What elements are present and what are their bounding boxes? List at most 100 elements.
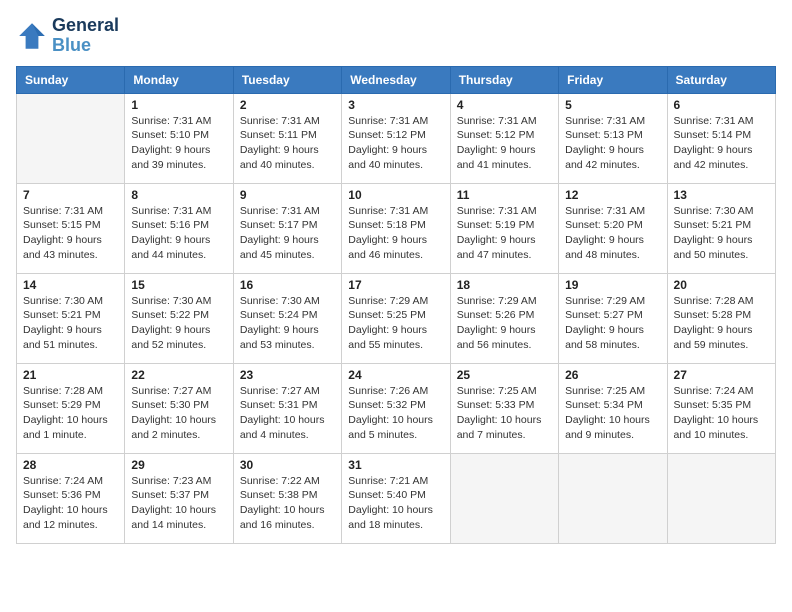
day-number: 14 [23, 278, 118, 292]
calendar-cell: 2 Sunrise: 7:31 AM Sunset: 5:11 PM Daylig… [233, 93, 341, 183]
calendar-cell: 8Sunrise: 7:31 AM Sunset: 5:16 PM Daylig… [125, 183, 233, 273]
calendar-cell: 3 Sunrise: 7:31 AM Sunset: 5:12 PM Daylig… [342, 93, 450, 183]
day-info: Sunrise: 7:24 AM Sunset: 5:36 PM Dayligh… [23, 474, 118, 533]
calendar-cell: 28 Sunrise: 7:24 AM Sunset: 5:36 PM Dayli… [17, 453, 125, 543]
day-number: 7 [23, 188, 118, 202]
calendar-cell: 31 Sunrise: 7:21 AM Sunset: 5:40 PM Dayli… [342, 453, 450, 543]
calendar-cell: 27 Sunrise: 7:24 AM Sunset: 5:35 PM Dayli… [667, 363, 775, 453]
calendar-table: SundayMondayTuesdayWednesdayThursdayFrid… [16, 66, 776, 544]
day-number: 24 [348, 368, 443, 382]
calendar-cell [667, 453, 775, 543]
week-row-3: 14 Sunrise: 7:30 AM Sunset: 5:21 PM Dayli… [17, 273, 776, 363]
day-number: 25 [457, 368, 552, 382]
day-info: Sunrise: 7:21 AM Sunset: 5:40 PM Dayligh… [348, 474, 443, 533]
day-number: 16 [240, 278, 335, 292]
day-number: 28 [23, 458, 118, 472]
calendar-cell: 12 Sunrise: 7:31 AM Sunset: 5:20 PM Dayli… [559, 183, 667, 273]
day-number: 26 [565, 368, 660, 382]
logo-icon [16, 20, 48, 52]
day-info: Sunrise: 7:30 AM Sunset: 5:21 PM Dayligh… [23, 294, 118, 353]
header-row: SundayMondayTuesdayWednesdayThursdayFrid… [17, 66, 776, 93]
calendar-cell: 7Sunrise: 7:31 AM Sunset: 5:15 PM Daylig… [17, 183, 125, 273]
week-row-2: 7Sunrise: 7:31 AM Sunset: 5:15 PM Daylig… [17, 183, 776, 273]
day-info: Sunrise: 7:31 AM Sunset: 5:13 PM Dayligh… [565, 114, 660, 173]
calendar-cell: 15 Sunrise: 7:30 AM Sunset: 5:22 PM Dayli… [125, 273, 233, 363]
calendar-cell: 16 Sunrise: 7:30 AM Sunset: 5:24 PM Dayli… [233, 273, 341, 363]
day-info: Sunrise: 7:29 AM Sunset: 5:26 PM Dayligh… [457, 294, 552, 353]
day-number: 12 [565, 188, 660, 202]
day-number: 13 [674, 188, 769, 202]
day-number: 8 [131, 188, 226, 202]
day-info: Sunrise: 7:29 AM Sunset: 5:25 PM Dayligh… [348, 294, 443, 353]
day-info: Sunrise: 7:30 AM Sunset: 5:22 PM Dayligh… [131, 294, 226, 353]
day-header-friday: Friday [559, 66, 667, 93]
calendar-cell: 26Sunrise: 7:25 AM Sunset: 5:34 PM Dayli… [559, 363, 667, 453]
calendar-cell [450, 453, 558, 543]
day-number: 31 [348, 458, 443, 472]
day-number: 2 [240, 98, 335, 112]
day-number: 21 [23, 368, 118, 382]
day-header-wednesday: Wednesday [342, 66, 450, 93]
day-info: Sunrise: 7:31 AM Sunset: 5:20 PM Dayligh… [565, 204, 660, 263]
day-info: Sunrise: 7:24 AM Sunset: 5:35 PM Dayligh… [674, 384, 769, 443]
day-number: 9 [240, 188, 335, 202]
day-number: 15 [131, 278, 226, 292]
calendar-cell: 19 Sunrise: 7:29 AM Sunset: 5:27 PM Dayli… [559, 273, 667, 363]
day-info: Sunrise: 7:31 AM Sunset: 5:14 PM Dayligh… [674, 114, 769, 173]
day-header-sunday: Sunday [17, 66, 125, 93]
calendar-cell: 21 Sunrise: 7:28 AM Sunset: 5:29 PM Dayli… [17, 363, 125, 453]
logo: General Blue [16, 16, 119, 56]
day-info: Sunrise: 7:30 AM Sunset: 5:24 PM Dayligh… [240, 294, 335, 353]
day-header-monday: Monday [125, 66, 233, 93]
calendar-cell: 17 Sunrise: 7:29 AM Sunset: 5:25 PM Dayli… [342, 273, 450, 363]
day-number: 19 [565, 278, 660, 292]
day-info: Sunrise: 7:31 AM Sunset: 5:11 PM Dayligh… [240, 114, 335, 173]
week-row-4: 21 Sunrise: 7:28 AM Sunset: 5:29 PM Dayli… [17, 363, 776, 453]
calendar-cell: 20Sunrise: 7:28 AM Sunset: 5:28 PM Dayli… [667, 273, 775, 363]
day-info: Sunrise: 7:29 AM Sunset: 5:27 PM Dayligh… [565, 294, 660, 353]
day-info: Sunrise: 7:28 AM Sunset: 5:29 PM Dayligh… [23, 384, 118, 443]
day-number: 4 [457, 98, 552, 112]
calendar-cell: 1 Sunrise: 7:31 AM Sunset: 5:10 PM Daylig… [125, 93, 233, 183]
calendar-cell [559, 453, 667, 543]
calendar-cell: 13 Sunrise: 7:30 AM Sunset: 5:21 PM Dayli… [667, 183, 775, 273]
calendar-cell: 10 Sunrise: 7:31 AM Sunset: 5:18 PM Dayli… [342, 183, 450, 273]
day-number: 1 [131, 98, 226, 112]
day-header-tuesday: Tuesday [233, 66, 341, 93]
day-number: 30 [240, 458, 335, 472]
day-number: 17 [348, 278, 443, 292]
day-number: 6 [674, 98, 769, 112]
calendar-cell: 4Sunrise: 7:31 AM Sunset: 5:12 PM Daylig… [450, 93, 558, 183]
calendar-cell: 23Sunrise: 7:27 AM Sunset: 5:31 PM Dayli… [233, 363, 341, 453]
day-number: 11 [457, 188, 552, 202]
logo-text: General Blue [52, 16, 119, 56]
calendar-cell: 5 Sunrise: 7:31 AM Sunset: 5:13 PM Daylig… [559, 93, 667, 183]
day-number: 3 [348, 98, 443, 112]
day-number: 22 [131, 368, 226, 382]
day-info: Sunrise: 7:23 AM Sunset: 5:37 PM Dayligh… [131, 474, 226, 533]
day-info: Sunrise: 7:25 AM Sunset: 5:33 PM Dayligh… [457, 384, 552, 443]
day-info: Sunrise: 7:31 AM Sunset: 5:18 PM Dayligh… [348, 204, 443, 263]
day-header-thursday: Thursday [450, 66, 558, 93]
day-number: 29 [131, 458, 226, 472]
day-info: Sunrise: 7:31 AM Sunset: 5:10 PM Dayligh… [131, 114, 226, 173]
day-info: Sunrise: 7:22 AM Sunset: 5:38 PM Dayligh… [240, 474, 335, 533]
day-info: Sunrise: 7:27 AM Sunset: 5:30 PM Dayligh… [131, 384, 226, 443]
day-number: 27 [674, 368, 769, 382]
week-row-1: 1 Sunrise: 7:31 AM Sunset: 5:10 PM Daylig… [17, 93, 776, 183]
calendar-cell: 14 Sunrise: 7:30 AM Sunset: 5:21 PM Dayli… [17, 273, 125, 363]
day-number: 18 [457, 278, 552, 292]
calendar-cell: 11Sunrise: 7:31 AM Sunset: 5:19 PM Dayli… [450, 183, 558, 273]
calendar-cell: 24 Sunrise: 7:26 AM Sunset: 5:32 PM Dayli… [342, 363, 450, 453]
day-number: 10 [348, 188, 443, 202]
calendar-cell: 25 Sunrise: 7:25 AM Sunset: 5:33 PM Dayli… [450, 363, 558, 453]
day-info: Sunrise: 7:30 AM Sunset: 5:21 PM Dayligh… [674, 204, 769, 263]
day-number: 5 [565, 98, 660, 112]
day-info: Sunrise: 7:28 AM Sunset: 5:28 PM Dayligh… [674, 294, 769, 353]
day-number: 23 [240, 368, 335, 382]
calendar-cell: 6 Sunrise: 7:31 AM Sunset: 5:14 PM Daylig… [667, 93, 775, 183]
week-row-5: 28 Sunrise: 7:24 AM Sunset: 5:36 PM Dayli… [17, 453, 776, 543]
calendar-cell: 30 Sunrise: 7:22 AM Sunset: 5:38 PM Dayli… [233, 453, 341, 543]
day-info: Sunrise: 7:26 AM Sunset: 5:32 PM Dayligh… [348, 384, 443, 443]
day-info: Sunrise: 7:31 AM Sunset: 5:12 PM Dayligh… [348, 114, 443, 173]
